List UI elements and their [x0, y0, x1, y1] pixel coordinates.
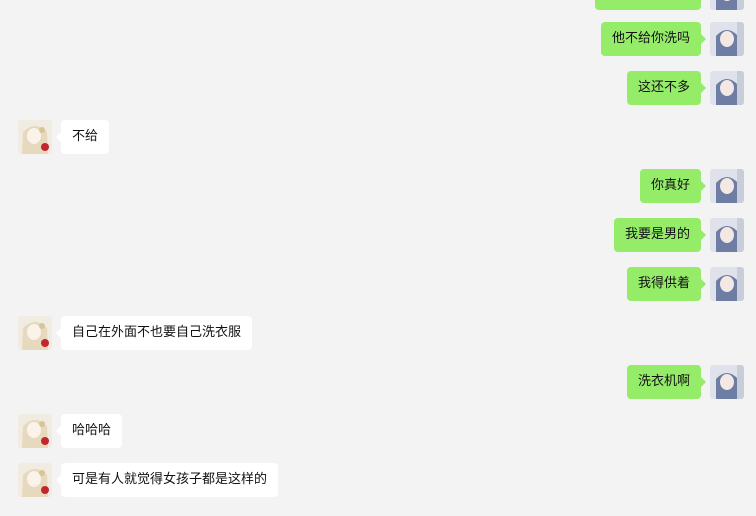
message-bubble[interactable]: 哈哈哈 [55, 414, 123, 448]
my-avatar[interactable] [710, 169, 744, 203]
message-row-sent [595, 0, 744, 12]
message-row-sent: 我得供着 [626, 267, 744, 303]
message-bubble[interactable]: 他不给你洗吗 [600, 22, 707, 56]
message-row-received: 哈哈哈 [18, 414, 123, 450]
message-bubble[interactable]: 可是有人就觉得女孩子都是这样的 [55, 463, 279, 497]
my-avatar[interactable] [710, 0, 744, 10]
my-avatar[interactable] [710, 365, 744, 399]
my-avatar[interactable] [710, 218, 744, 252]
my-avatar[interactable] [710, 267, 744, 301]
message-row-received: 可是有人就觉得女孩子都是这样的 [18, 463, 279, 499]
message-row-sent: 你真好 [639, 169, 744, 205]
chat-message-list[interactable]: 他不给你洗吗 这还不多 不给 你真好 我要是男的 我得供着 自己在外面不也要自己… [0, 0, 756, 516]
message-bubble[interactable]: 我要是男的 [613, 218, 707, 252]
contact-avatar[interactable] [18, 463, 52, 497]
message-bubble[interactable]: 不给 [55, 120, 110, 154]
message-row-sent: 我要是男的 [613, 218, 744, 254]
message-row-sent: 洗衣机啊 [626, 365, 744, 401]
message-bubble[interactable]: 我得供着 [626, 267, 707, 301]
contact-avatar[interactable] [18, 120, 52, 154]
message-bubble[interactable]: 你真好 [639, 169, 707, 203]
message-row-received: 不给 [18, 120, 110, 156]
message-row-received: 自己在外面不也要自己洗衣服 [18, 316, 253, 352]
message-bubble[interactable]: 自己在外面不也要自己洗衣服 [55, 316, 253, 350]
message-row-sent: 这还不多 [626, 71, 744, 107]
my-avatar[interactable] [710, 71, 744, 105]
my-avatar[interactable] [710, 22, 744, 56]
message-row-sent: 他不给你洗吗 [600, 22, 744, 58]
message-bubble[interactable]: 这还不多 [626, 71, 707, 105]
contact-avatar[interactable] [18, 414, 52, 448]
message-bubble[interactable]: 洗衣机啊 [626, 365, 707, 399]
message-bubble[interactable] [595, 0, 701, 10]
contact-avatar[interactable] [18, 316, 52, 350]
